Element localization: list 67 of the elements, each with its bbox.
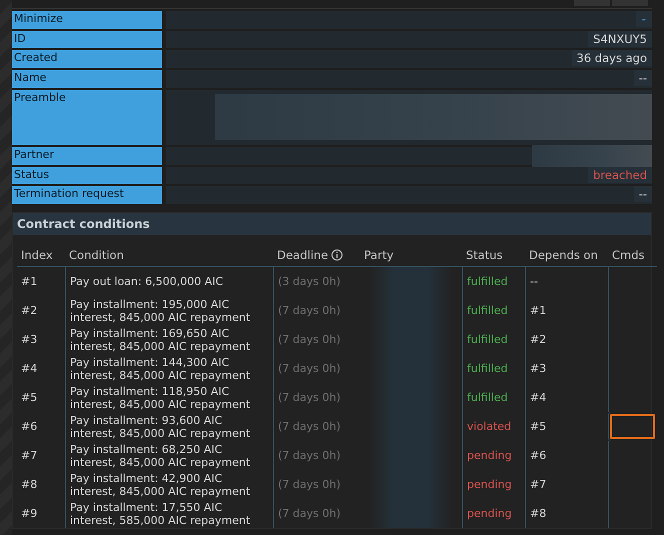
field-label: Status [12,166,162,184]
table-cell: (3 days 0h) [273,267,360,296]
status-text: fulfilled [467,304,508,317]
table-cell: (7 days 0h) [273,412,360,441]
table-cell-text: #8 [20,477,38,493]
field-label: ID [12,30,162,48]
table-cell-text: #2 [20,303,38,319]
table-cell: (7 days 0h) [273,383,360,412]
column-header: Condition [65,245,273,267]
table-cell: Pay installment: 195,000 AIC interest, 845,000 AIC repayment [65,296,273,325]
table-cell: Pay installment: 42,900 AIC interest, 845,000 AIC repayment [65,470,273,499]
section-header: Contract conditions [13,213,651,235]
table-cell: #6 [525,441,608,470]
field-value: S4NXUY5 [588,30,652,47]
column-header: Depends on [525,245,608,267]
field-value: -- [634,186,652,202]
status-text: violated [467,420,512,433]
table-cell: Pay out loan: 6,500,000 AIC [65,267,273,296]
table-cell-text: #5 [20,390,38,406]
table-cell: (7 days 0h) [273,325,360,354]
field-label: Partner [12,146,162,165]
table-cell: Pay installment: 118,950 AIC interest, 845,000 AIC repayment [65,383,273,412]
column-header: Deadline [273,245,360,267]
field-label: Minimize [12,10,162,29]
table-cell: Pay installment: 169,650 AIC interest, 845,000 AIC repayment [65,325,273,354]
status-text: fulfilled [467,391,508,404]
minimize-button[interactable]: - [636,10,652,27]
table-cell: #1 [525,296,608,325]
table-cell-text: #7 [20,448,38,464]
field-label: Termination request [12,186,162,204]
column-header: Cmds [608,245,657,267]
table-cell: Pay installment: 68,250 AIC interest, 845,000 AIC repayment [65,441,273,470]
table-cell: Pay installment: 144,300 AIC interest, 845,000 AIC repayment [65,354,273,383]
field-label: Name [12,70,162,88]
table-cell: -- [525,267,608,296]
table-cell: #3 [525,354,608,383]
status-text: pending [467,478,512,491]
status-text: fulfilled [467,362,508,375]
table-cell: Pay installment: 93,600 AIC interest, 845,000 AIC repayment [65,412,273,441]
table-cell: (7 days 0h) [273,499,360,528]
table-cell-text: #1 [20,274,38,290]
status-text: pending [467,507,512,520]
column-header: Status [462,245,525,267]
table-cell: (7 days 0h) [273,470,360,499]
field-label: Created [12,50,162,68]
status-text: fulfilled [467,275,508,288]
table-cell: (7 days 0h) [273,441,360,470]
field-label: Preamble [12,90,162,145]
field-value: 36 days ago [572,50,652,66]
table-cell: #8 [525,499,608,528]
status-text: fulfilled [467,333,508,346]
table-cell: (7 days 0h) [273,296,360,325]
table-cell-text: #6 [20,419,38,435]
status-text: pending [467,449,512,462]
table-cell: #7 [525,470,608,499]
table-cell-text: #3 [20,332,38,348]
table-cell-text: #9 [20,506,38,522]
table-cell: (7 days 0h) [273,354,360,383]
table-cell: Pay installment: 17,550 AIC interest, 585,000 AIC repayment [65,499,273,528]
table-cell: #2 [525,325,608,354]
field-value: -- [634,70,652,86]
status-value: breached [588,166,652,183]
column-header: Index [17,245,65,267]
info-icon [331,249,344,261]
table-cell: #5 [525,412,608,441]
table-cell-text: #4 [20,361,38,377]
table-cell: #4 [525,383,608,412]
